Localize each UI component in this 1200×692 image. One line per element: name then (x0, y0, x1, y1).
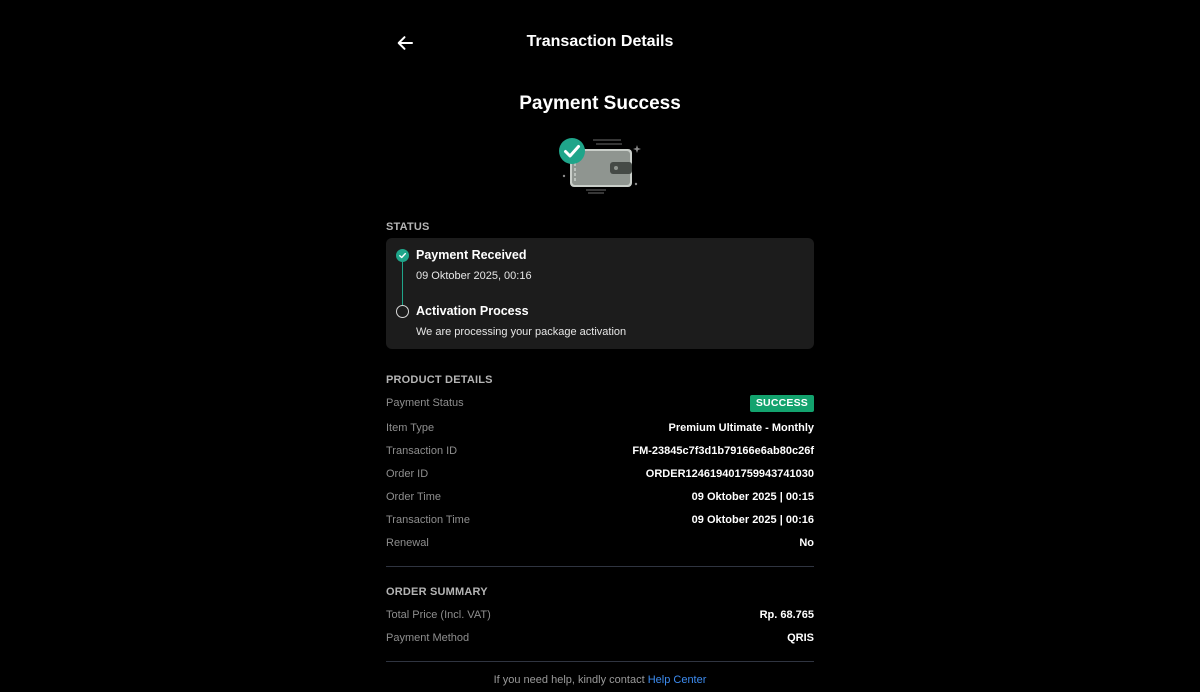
product-details-section-label: PRODUCT DETAILS (386, 374, 493, 386)
help-text-prefix: If you need help, kindly contact (493, 674, 645, 686)
detail-label: Transaction ID (386, 445, 458, 457)
detail-value: 09 Oktober 2025 | 00:16 (691, 514, 814, 526)
detail-row-transaction-time: Transaction Time 09 Oktober 2025 | 00:16 (386, 514, 814, 530)
detail-value: No (799, 537, 814, 549)
summary-label: Payment Method (386, 632, 470, 644)
payment-success-title: Payment Success (519, 93, 681, 114)
step-title-payment-received: Payment Received (416, 248, 527, 262)
detail-label: Order ID (386, 468, 429, 480)
section-divider (386, 566, 814, 567)
order-summary-section-label: ORDER SUMMARY (386, 586, 488, 598)
section-divider (386, 661, 814, 662)
timeline-connector (401, 262, 403, 305)
summary-label: Total Price (Incl. VAT) (386, 609, 491, 621)
summary-row-payment-method: Payment Method QRIS (386, 632, 814, 648)
detail-row-order-time: Order Time 09 Oktober 2025 | 00:15 (386, 491, 814, 507)
help-text: If you need help, kindly contact Help Ce… (0, 674, 1200, 686)
step-pending-circle-icon (396, 305, 409, 318)
summary-value: Rp. 68.765 (759, 609, 814, 621)
status-badge: SUCCESS (749, 395, 814, 412)
step-subtitle-payment-received: 09 Oktober 2025, 00:16 (416, 270, 532, 282)
detail-label: Payment Status (386, 397, 464, 409)
detail-value: ORDER124619401759943741030 (645, 468, 814, 480)
detail-label: Order Time (386, 491, 442, 503)
detail-row-order-id: Order ID ORDER124619401759943741030 (386, 468, 814, 484)
step-title-activation-process: Activation Process (416, 304, 529, 318)
status-timeline-card: Payment Received 09 Oktober 2025, 00:16 … (386, 238, 814, 349)
summary-value: QRIS (787, 632, 814, 644)
wallet-check-icon (559, 138, 641, 194)
detail-value: FM-23845c7f3d1b79166e6ab80c26f (632, 445, 814, 457)
detail-row-renewal: Renewal No (386, 537, 814, 553)
detail-row-item-type: Item Type Premium Ultimate - Monthly (386, 422, 814, 438)
detail-row-transaction-id: Transaction ID FM-23845c7f3d1b79166e6ab8… (386, 445, 814, 461)
step-done-check-icon (396, 249, 409, 262)
detail-label: Transaction Time (386, 514, 470, 526)
step-subtitle-activation-process: We are processing your package activatio… (416, 326, 627, 338)
detail-label: Item Type (386, 422, 435, 434)
detail-value: 09 Oktober 2025 | 00:15 (691, 491, 814, 503)
detail-value: Premium Ultimate - Monthly (668, 422, 814, 434)
detail-row-payment-status: Payment Status SUCCESS (386, 395, 814, 413)
page-title: Transaction Details (526, 33, 674, 50)
detail-label: Renewal (386, 537, 429, 549)
status-section-label: STATUS (386, 221, 430, 233)
summary-row-total-price: Total Price (Incl. VAT) Rp. 68.765 (386, 609, 814, 625)
transaction-details-page: Transaction Details Payment Success STAT… (0, 0, 1200, 692)
help-center-link[interactable]: Help Center (648, 674, 707, 686)
